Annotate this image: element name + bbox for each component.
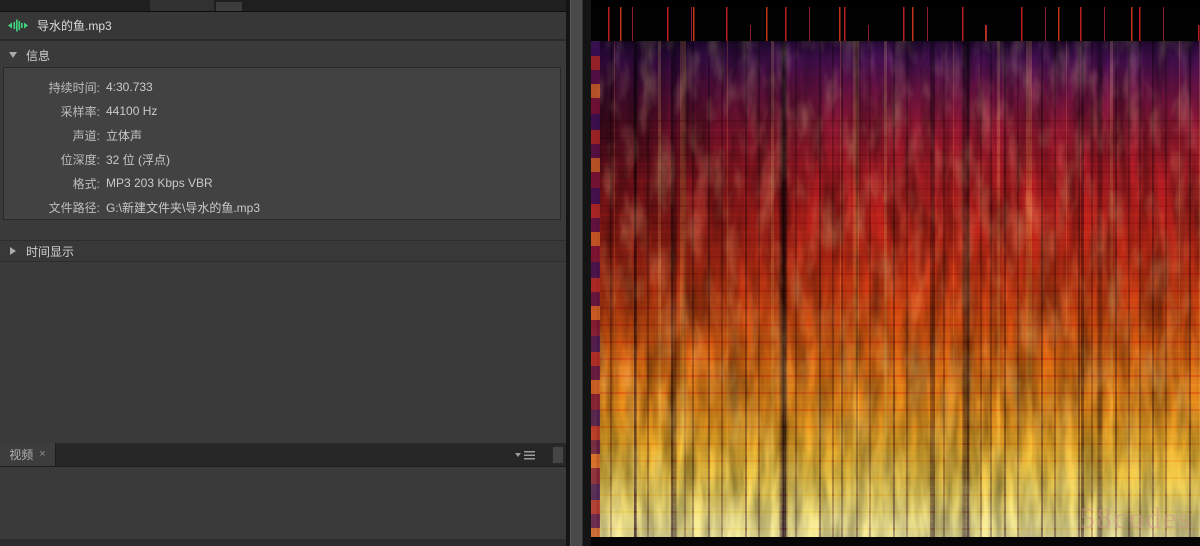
info-value: 44100 Hz bbox=[106, 104, 157, 118]
files-panel: 导水的鱼.mp3 信息 持续时间: 4:30.733 采样率: 44100 Hz… bbox=[0, 0, 566, 546]
spectrogram-top-band bbox=[591, 7, 1200, 41]
info-value: G:\新建文件夹\导水的鱼.mp3 bbox=[106, 199, 260, 216]
info-row-file-path: 文件路径: G:\新建文件夹\导水的鱼.mp3 bbox=[4, 195, 560, 219]
spectrogram-hbands-layer bbox=[591, 120, 1200, 546]
panel-menu-icon[interactable] bbox=[515, 450, 536, 461]
info-row-sample-rate: 采样率: 44100 Hz bbox=[4, 99, 560, 123]
info-label: 采样率: bbox=[4, 103, 100, 120]
spectrogram-streaks-layer bbox=[591, 0, 1200, 546]
close-icon[interactable]: × bbox=[39, 449, 45, 460]
panel-resize-handle[interactable] bbox=[570, 0, 583, 546]
spectrogram-left-edge-blocks bbox=[591, 40, 600, 537]
info-row-format: 格式: MP3 203 Kbps VBR bbox=[4, 171, 560, 195]
spectrogram-purple-layer bbox=[591, 0, 1200, 546]
info-label: 位深度: bbox=[4, 151, 100, 168]
triangle-down-icon bbox=[9, 52, 17, 58]
menu-lines-icon bbox=[524, 451, 535, 460]
info-value: 4:30.733 bbox=[106, 80, 153, 94]
info-label: 文件路径: bbox=[4, 199, 100, 216]
panel-bottom-strip bbox=[0, 539, 566, 546]
audition-window: 导水的鱼.mp3 信息 持续时间: 4:30.733 采样率: 44100 Hz… bbox=[0, 0, 1200, 546]
time-display-section-label: 时间显示 bbox=[26, 243, 74, 260]
file-name: 导水的鱼.mp3 bbox=[37, 17, 112, 34]
time-display-section-header[interactable]: 时间显示 bbox=[0, 240, 566, 262]
info-label: 声道: bbox=[4, 127, 100, 144]
file-list-item[interactable]: 导水的鱼.mp3 bbox=[0, 12, 566, 41]
watermark-text: 58codes bbox=[1080, 502, 1192, 536]
scrollbar-nub[interactable] bbox=[552, 446, 564, 464]
info-value: 32 位 (浮点) bbox=[106, 151, 170, 168]
panel-tab-strip bbox=[0, 0, 566, 12]
panel-tab-fragment bbox=[216, 2, 242, 11]
triangle-right-icon bbox=[10, 247, 16, 255]
tab-video[interactable]: 视频 × bbox=[0, 443, 56, 466]
spectrogram-highlights-layer bbox=[591, 0, 1200, 546]
spectrogram-bottom-strip bbox=[591, 537, 1200, 546]
triangle-down-icon bbox=[515, 453, 521, 457]
info-row-duration: 持续时间: 4:30.733 bbox=[4, 75, 560, 99]
info-row-bit-depth: 位深度: 32 位 (浮点) bbox=[4, 147, 560, 171]
info-value: MP3 203 Kbps VBR bbox=[106, 176, 213, 190]
panel-divider bbox=[566, 0, 591, 546]
spectrogram-top-band-mask bbox=[591, 7, 1200, 25]
waveform-icon bbox=[8, 19, 28, 32]
video-panel-tabbar: 视频 × bbox=[0, 443, 566, 467]
files-panel-tab[interactable] bbox=[150, 0, 214, 11]
spectrogram-noise-bright bbox=[591, 0, 1200, 546]
info-section-header[interactable]: 信息 bbox=[0, 45, 566, 65]
info-label: 持续时间: bbox=[4, 79, 100, 96]
video-tab-label: 视频 bbox=[9, 446, 33, 463]
info-value: 立体声 bbox=[106, 127, 142, 144]
spectrogram-top-cap bbox=[591, 0, 1200, 7]
info-section-label: 信息 bbox=[26, 47, 50, 64]
spectrogram-noise-dark bbox=[591, 0, 1200, 546]
spectrogram-canvas[interactable]: 58codes bbox=[591, 0, 1200, 546]
info-label: 格式: bbox=[4, 175, 100, 192]
file-info-box: 持续时间: 4:30.733 采样率: 44100 Hz 声道: 立体声 位深度… bbox=[3, 67, 561, 220]
info-row-channels: 声道: 立体声 bbox=[4, 123, 560, 147]
